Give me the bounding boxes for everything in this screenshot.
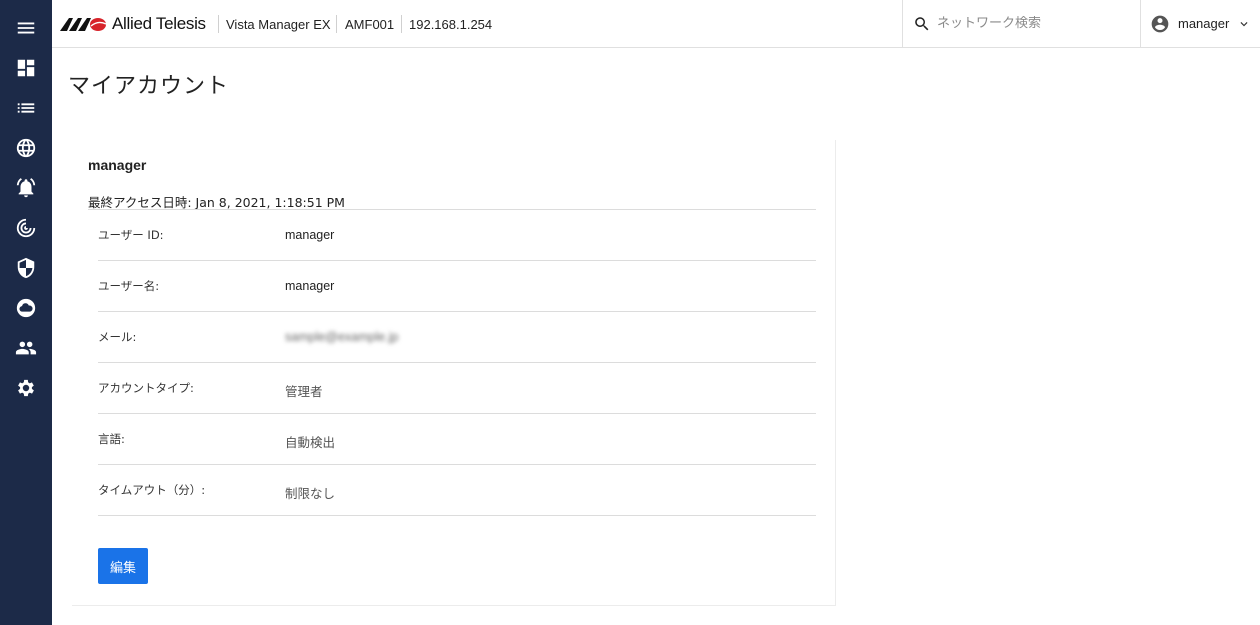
top-header: Allied Telesis Vista Manager EX AMF001 1…	[52, 0, 1260, 48]
detail-value: 制限なし	[285, 487, 336, 501]
page-title: マイアカウント	[68, 74, 230, 99]
list-icon[interactable]	[14, 96, 38, 120]
sidebar	[0, 0, 52, 625]
people-icon[interactable]	[14, 336, 38, 360]
detail-row-account-type: アカウントタイプ: 管理者	[98, 363, 816, 414]
divider	[401, 15, 402, 33]
detail-row-user-id: ユーザー ID: manager	[98, 210, 816, 261]
detail-label: タイムアウト（分）:	[98, 483, 206, 497]
detail-label: アカウントタイプ:	[98, 381, 194, 395]
cloud-icon[interactable]	[14, 296, 38, 320]
chevron-down-icon	[1229, 17, 1251, 31]
detail-label: ユーザー ID:	[98, 228, 164, 242]
user-menu[interactable]: manager	[1140, 0, 1260, 47]
detail-label: メール:	[98, 330, 137, 344]
settings-icon[interactable]	[14, 376, 38, 400]
brand-logo-mark	[60, 18, 107, 31]
account-username: manager	[88, 157, 147, 173]
detail-label: ユーザー名:	[98, 279, 160, 293]
detail-value: 自動検出	[285, 436, 336, 450]
account-card: manager 最終アクセス日時: Jan 8, 2021, 1:18:51 P…	[72, 140, 836, 606]
detail-label: 言語:	[98, 432, 125, 446]
detail-value: manager	[285, 279, 335, 293]
search-icon	[915, 16, 929, 30]
device-name: AMF001	[345, 16, 395, 32]
divider	[218, 15, 219, 33]
brand-name: Allied Telesis	[112, 14, 206, 33]
shield-icon[interactable]	[14, 256, 38, 280]
detail-value: manager	[285, 228, 335, 242]
account-circle-icon	[1141, 14, 1170, 34]
divider	[336, 15, 337, 33]
detail-value: 管理者	[285, 385, 323, 399]
detail-row-timeout: タイムアウト（分）: 制限なし	[98, 465, 816, 516]
product-name: Vista Manager EX	[226, 16, 331, 32]
radar-icon[interactable]	[14, 216, 38, 240]
network-search	[902, 0, 1140, 47]
alarm-icon[interactable]	[14, 176, 38, 200]
search-input[interactable]	[937, 16, 1127, 31]
detail-row-email: メール: sample@example.jp	[98, 312, 816, 363]
device-ip: 192.168.1.254	[409, 16, 493, 32]
globe-icon[interactable]	[14, 136, 38, 160]
detail-row-user-name: ユーザー名: manager	[98, 261, 816, 312]
edit-button[interactable]: 編集	[98, 548, 148, 584]
user-menu-name: manager	[1178, 16, 1230, 31]
detail-row-language: 言語: 自動検出	[98, 414, 816, 465]
menu-icon[interactable]	[14, 16, 38, 40]
brand-logo[interactable]: Allied Telesis	[60, 13, 206, 35]
dashboard-icon[interactable]	[14, 56, 38, 80]
detail-value: sample@example.jp	[285, 330, 399, 344]
